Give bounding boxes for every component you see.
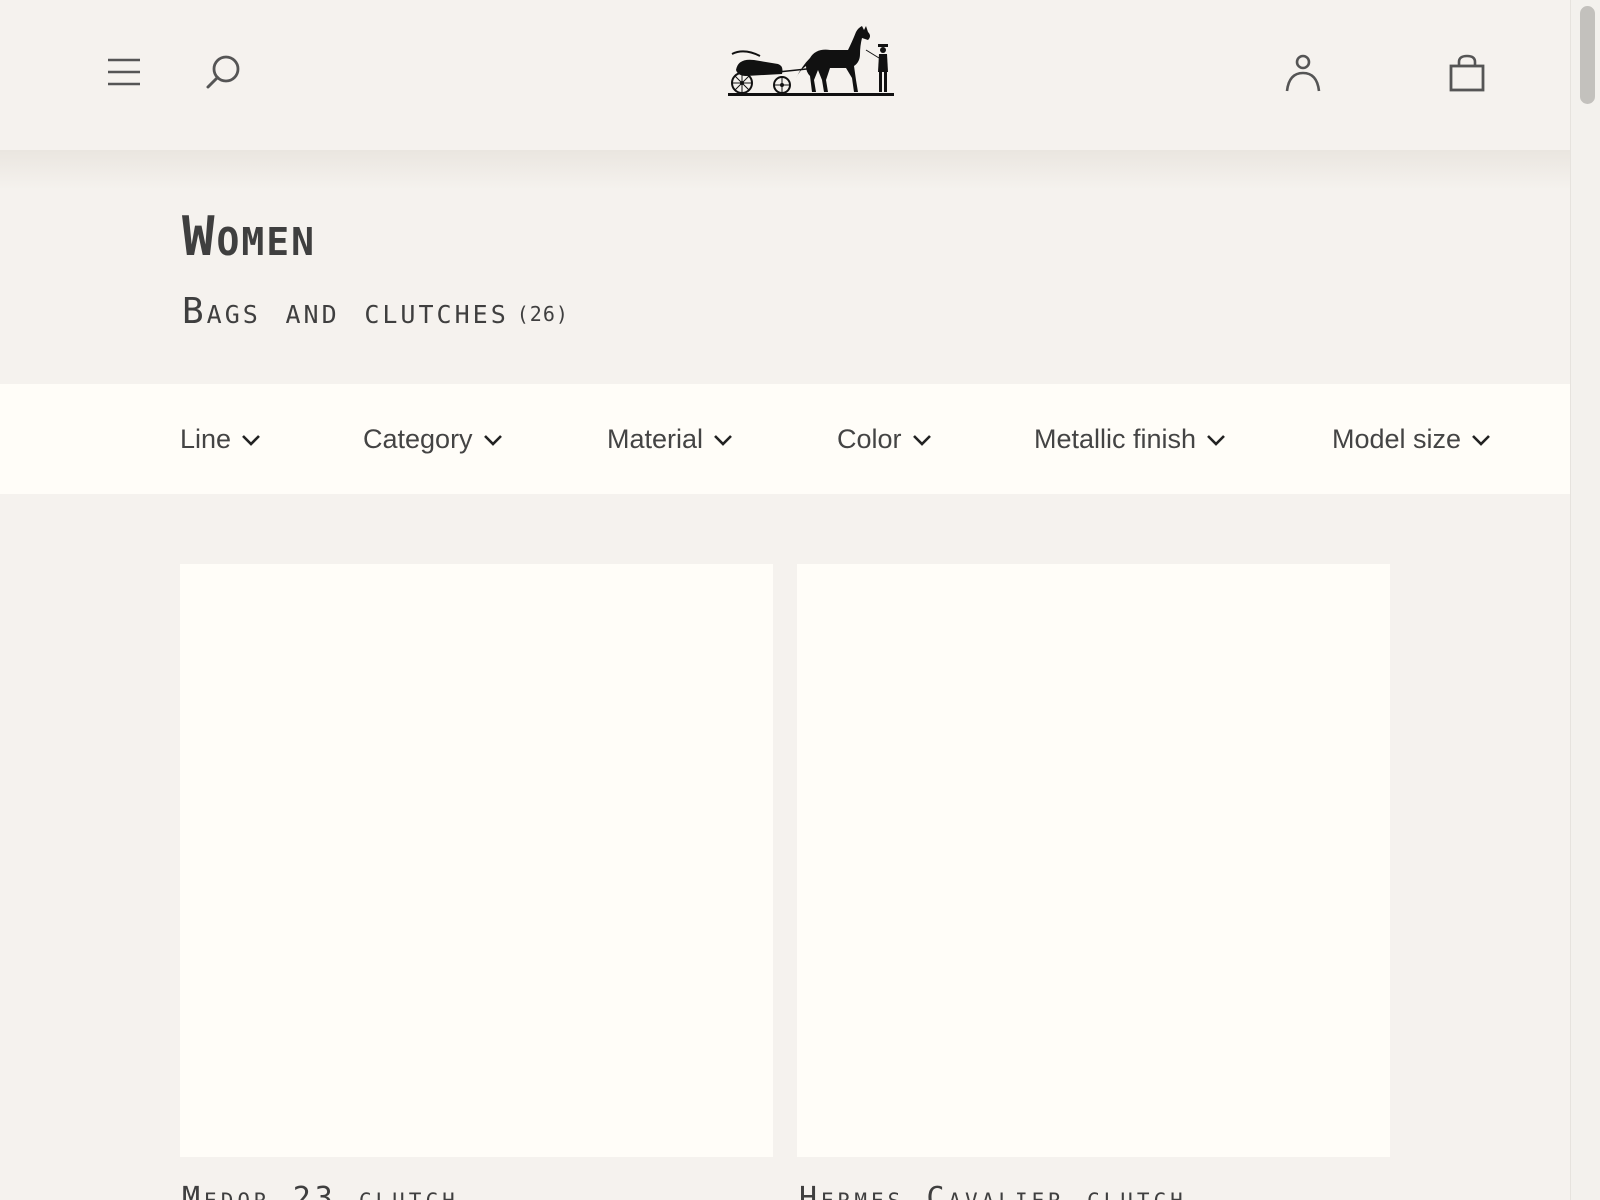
- filter-metallic-finish[interactable]: Metallic finish: [1034, 424, 1226, 455]
- chevron-down-icon: [483, 434, 502, 446]
- filter-bar: Line Category Material Color Metallic fi…: [0, 384, 1570, 494]
- page-title: Women: [182, 205, 317, 268]
- product-image[interactable]: [797, 564, 1390, 1157]
- product-count: (26): [516, 302, 569, 326]
- chevron-down-icon: [1207, 434, 1225, 446]
- filter-label: Line: [180, 424, 232, 454]
- filter-model-size[interactable]: Model size: [1332, 424, 1491, 455]
- page-subtitle: Bags and clutches (26): [182, 294, 569, 330]
- filter-label: Model size: [1332, 424, 1462, 454]
- subtitle-text: Bags and clutches: [182, 291, 509, 332]
- user-account-icon: [1285, 54, 1321, 92]
- carriage-logo[interactable]: [726, 20, 896, 100]
- filter-label: Color: [837, 424, 902, 454]
- filter-label: Metallic finish: [1034, 424, 1197, 454]
- filter-label: Material: [607, 424, 704, 454]
- shopping-bag-icon: [1449, 54, 1485, 92]
- scrollbar-thumb[interactable]: [1580, 6, 1595, 104]
- filter-line[interactable]: Line: [180, 424, 261, 455]
- cart-button[interactable]: [1442, 48, 1492, 98]
- product-title[interactable]: Medor 23 clutch: [182, 1184, 459, 1200]
- chevron-down-icon: [242, 434, 260, 446]
- filter-category[interactable]: Category: [363, 424, 503, 455]
- search-icon: [206, 55, 240, 89]
- filter-material[interactable]: Material: [607, 424, 733, 455]
- header-divider: [0, 150, 1570, 190]
- menu-button[interactable]: [100, 48, 148, 96]
- account-button[interactable]: [1278, 48, 1328, 98]
- chevron-down-icon: [1472, 434, 1490, 446]
- page: Women Bags and clutches (26) Line Categor…: [0, 0, 1600, 1200]
- scrollbar[interactable]: [1570, 0, 1600, 1200]
- filter-label: Category: [363, 424, 473, 454]
- chevron-down-icon: [912, 434, 931, 446]
- title-block: Women Bags and clutches (26): [182, 210, 569, 330]
- search-button[interactable]: [200, 48, 248, 96]
- site-header: [0, 0, 1570, 150]
- product-image[interactable]: [180, 564, 773, 1157]
- hamburger-menu-icon: [108, 58, 140, 86]
- filter-color[interactable]: Color: [837, 424, 932, 455]
- product-title[interactable]: Hermes Cavalier clutch: [799, 1184, 1187, 1200]
- chevron-down-icon: [714, 434, 732, 446]
